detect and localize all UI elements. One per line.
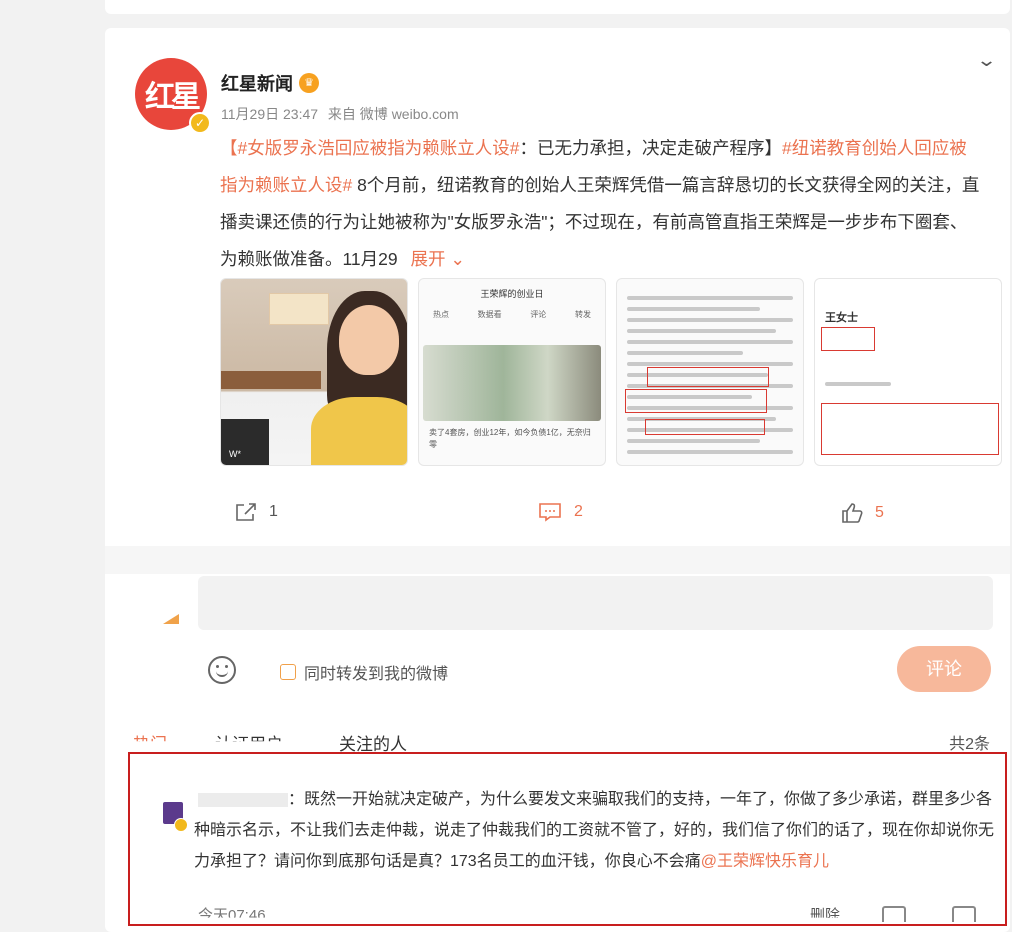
weibo-post-card: 红星 ✓ 红星新闻 ♛ 11月29日 23:47 来自 微博 weibo.com… — [105, 28, 1010, 932]
share-icon — [236, 503, 256, 521]
image-2-caption: 卖了4套房，创业12年，如今负债1亿，无奈归零 — [429, 428, 591, 449]
image-4-name: 王女士 — [825, 312, 858, 324]
comment-text: ：既然一开始就决定破产，为什么要发文来骗取我们的支持，一年了，你做了多少承诺，群… — [194, 791, 995, 870]
emoji-icon[interactable] — [208, 656, 236, 684]
author-name-row: 红星新闻 ♛ — [221, 70, 319, 96]
post-time[interactable]: 11月29日 23:47 — [221, 106, 318, 122]
checkbox-icon[interactable] — [280, 664, 296, 680]
verified-badge-icon — [174, 818, 188, 832]
post-image-1[interactable]: W* — [220, 278, 408, 466]
like-icon[interactable] — [952, 906, 976, 922]
image-2-tabs: 热点 数据看 评论 转发 — [433, 310, 591, 319]
image-2-title: 王荣辉的创业日 — [480, 289, 544, 299]
submit-comment-button[interactable]: 评论 — [897, 646, 991, 692]
comment-button[interactable]: 2 — [538, 502, 583, 522]
comment-time: 今天07:46 — [198, 907, 266, 924]
post-image-2[interactable]: 王荣辉的创业日 热点 数据看 评论 转发 卖了4套房，创业12年，如今负债1亿，无奈归… — [418, 278, 606, 466]
delete-comment-button[interactable]: 删除 — [810, 904, 840, 918]
thumbs-up-icon — [842, 503, 863, 523]
repost-checkbox[interactable]: 同时转发到我的微博 — [280, 660, 448, 684]
image-grid: W* 王荣辉的创业日 热点 数据看 评论 转发 卖了4套房，创业12年，如今负债1亿，… — [220, 278, 1002, 466]
video-watermark: W* — [229, 449, 241, 459]
post-meta: 11月29日 23:47 来自 微博 weibo.com — [221, 104, 459, 124]
post-text: 【#女版罗永浩回应被指为赖账立人设#：已无力承担，决定走破产程序】#纽诺教育创始… — [220, 138, 980, 269]
crown-icon: ♛ — [299, 73, 319, 93]
image-2-photo — [423, 345, 601, 421]
previous-post-card — [105, 0, 1010, 14]
post-source: 来自 微博 weibo.com — [327, 106, 459, 122]
post-actions: 1 2 5 — [105, 502, 1010, 532]
comment-input[interactable] — [198, 576, 993, 630]
author-name[interactable]: 红星新闻 — [221, 70, 293, 96]
expand-link[interactable]: 展开 ⌄ — [411, 249, 466, 269]
highlighted-comment: ：既然一开始就决定破产，为什么要发文来骗取我们的支持，一年了，你做了多少承诺，群… — [128, 752, 1007, 926]
mention-link[interactable]: @王荣辉快乐育儿 — [701, 853, 829, 870]
verified-badge-icon: ✓ — [189, 112, 211, 134]
hashtag-link[interactable]: 【#女版罗永浩回应被指为赖账立人设# — [220, 138, 519, 158]
chevron-down-icon[interactable]: ⌄ — [976, 50, 997, 71]
post-image-4[interactable]: 王女士 — [814, 278, 1002, 466]
comment-icon — [539, 503, 561, 522]
my-avatar — [163, 614, 179, 624]
post-image-3[interactable] — [616, 278, 804, 466]
like-button[interactable]: 5 — [841, 502, 884, 524]
reply-icon[interactable] — [882, 906, 906, 922]
comment-total: 共2条 — [949, 736, 990, 753]
section-divider — [105, 546, 1010, 574]
repost-button[interactable]: 1 — [235, 502, 278, 522]
